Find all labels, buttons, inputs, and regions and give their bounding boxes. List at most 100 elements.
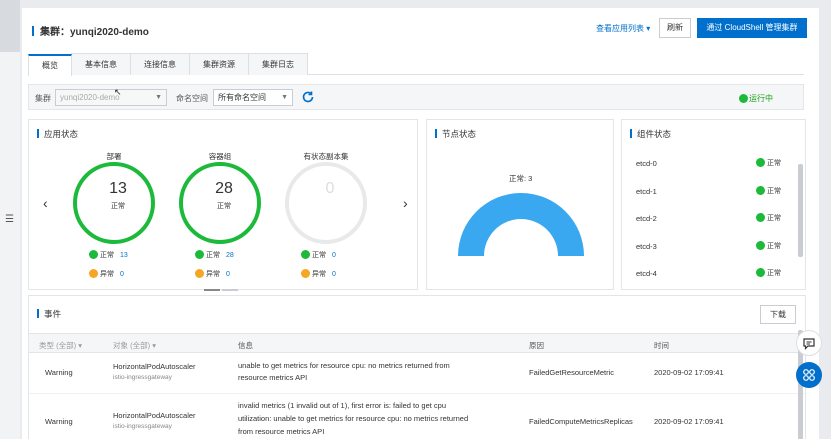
component-status-title-text: 组件状态 xyxy=(637,129,672,139)
legend-abnormal-count[interactable]: 0 xyxy=(120,271,124,278)
status-dot-icon xyxy=(756,158,765,167)
event-message-line: from resource metrics API xyxy=(238,427,325,436)
chevron-left-icon[interactable]: ‹ xyxy=(43,195,48,211)
namespace-label: 命名空间 xyxy=(176,94,208,103)
view-app-list-dropdown[interactable]: 查看应用列表 ▾ xyxy=(596,23,650,34)
chevron-down-icon: ▼ xyxy=(281,94,288,101)
node-normal-label: 正常: 3 xyxy=(509,174,533,183)
refresh-icon[interactable] xyxy=(301,90,315,104)
status-dot-icon xyxy=(756,213,765,222)
message-column-header: 信息 xyxy=(238,341,253,350)
component-status: 正常 xyxy=(756,185,781,196)
pods-donut[interactable]: 28 正常 xyxy=(179,162,261,244)
tab-overview[interactable]: 概览 xyxy=(28,54,72,76)
component-status-text: 正常 xyxy=(767,270,781,277)
normal-dot-icon xyxy=(301,250,310,259)
refresh-button[interactable]: 刷新 xyxy=(659,18,691,38)
node-gauge-chart[interactable] xyxy=(456,188,586,258)
deployment-state: 正常 xyxy=(111,203,125,210)
apps-float-button[interactable] xyxy=(796,362,822,388)
object-column-label: 对象 (全部) xyxy=(113,341,151,350)
events-card: 事件 下载 类型 (全部) ▾ 对象 (全部) ▾ 信息 原因 时间 Warni… xyxy=(28,295,807,439)
pods-abnormal-legend: 异常 0 xyxy=(195,269,230,279)
event-object-kind: HorizontalPodAutoscaler xyxy=(113,411,196,420)
download-button[interactable]: 下载 xyxy=(760,305,796,324)
component-status: 正常 xyxy=(756,240,781,251)
event-message-line: resource metrics API xyxy=(238,373,308,382)
tab-connection-info[interactable]: 连接信息 xyxy=(130,53,190,75)
statefulset-normal-legend: 正常 0 xyxy=(301,250,336,260)
menu-icon[interactable]: ☰ xyxy=(5,214,17,226)
events-title-text: 事件 xyxy=(44,309,62,319)
tab-bar: 概览 基本信息 连接信息 集群资源 集群日志 xyxy=(28,53,804,76)
chat-icon xyxy=(803,338,815,350)
component-status-text: 正常 xyxy=(767,187,781,195)
legend-normal-count[interactable]: 28 xyxy=(226,252,234,259)
abnormal-dot-icon xyxy=(301,269,310,278)
cluster-label: 集群 xyxy=(35,94,51,103)
app-status-card: 应用状态 ‹ › 部署 13 正常 正常 13 异常 0 容器组 28 正常 正常 2… xyxy=(28,119,418,291)
object-filter[interactable]: 对象 (全部) ▾ xyxy=(113,340,156,351)
grid-icon xyxy=(803,369,815,381)
legend-abnormal-count[interactable]: 0 xyxy=(226,271,230,278)
list-item: etcd-0 正常 xyxy=(636,150,791,178)
event-time: 2020-09-02 17:09:41 xyxy=(654,417,724,426)
carousel-pager[interactable] xyxy=(204,284,244,291)
cloudshell-button[interactable]: 通过 CloudShell 管理集群 xyxy=(697,18,807,38)
list-item: etcd-3 正常 xyxy=(636,233,791,261)
legend-normal-label: 正常 xyxy=(206,252,220,259)
event-object: HorizontalPodAutoscaler istio-ingressgate… xyxy=(113,410,196,431)
chevron-down-icon: ▼ xyxy=(155,94,162,101)
event-object-name: istio-ingressgateway xyxy=(113,374,172,381)
chevron-right-icon[interactable]: › xyxy=(403,195,408,211)
view-app-list-label: 查看应用列表 xyxy=(596,24,644,33)
caret-down-icon: ▾ xyxy=(152,341,156,350)
event-message-line: invalid metrics (1 invalid out of 1), fi… xyxy=(238,401,447,410)
pager-dot-active[interactable] xyxy=(204,289,220,291)
component-status-text: 正常 xyxy=(767,215,781,222)
event-reason: FailedGetResourceMetric xyxy=(529,368,615,377)
cluster-status-text: 运行中 xyxy=(749,94,773,103)
caret-down-icon: ▾ xyxy=(78,341,82,350)
deployment-donut[interactable]: 13 正常 xyxy=(73,162,155,244)
statefulset-donut[interactable]: 0 xyxy=(285,162,367,244)
tab-cluster-logs[interactable]: 集群日志 xyxy=(248,53,308,75)
namespace-select[interactable]: 所有命名空间 ▼ xyxy=(213,89,293,106)
abnormal-dot-icon xyxy=(89,269,98,278)
component-status-title: 组件状态 xyxy=(630,128,671,140)
sidebar-tab[interactable] xyxy=(0,0,20,52)
component-status-text: 正常 xyxy=(767,160,781,167)
node-status-title: 节点状态 xyxy=(435,128,476,140)
type-filter[interactable]: 类型 (全部) ▾ xyxy=(39,340,82,351)
component-status-text: 正常 xyxy=(767,242,781,250)
component-name: etcd-0 xyxy=(636,159,657,168)
statefulset-count: 0 xyxy=(325,180,335,197)
list-item: etcd-2 正常 xyxy=(636,205,791,233)
legend-normal-count[interactable]: 0 xyxy=(332,252,336,259)
mouse-cursor-icon: ↖ xyxy=(114,87,122,97)
page-title-text: 集群：yunqi2020-demo xyxy=(40,27,149,38)
event-message-line: unable to get metrics for resource cpu: … xyxy=(238,361,450,370)
status-dot-icon xyxy=(756,240,765,250)
legend-normal-label: 正常 xyxy=(312,252,326,259)
legend-normal-count[interactable]: 13 xyxy=(120,252,128,259)
statefulset-abnormal-legend: 异常 0 xyxy=(301,269,336,279)
caret-down-icon: ▾ xyxy=(646,24,651,33)
cluster-select[interactable]: yunqi2020-demo ▼ xyxy=(55,89,167,106)
tab-cluster-resources[interactable]: 集群资源 xyxy=(189,53,249,75)
event-type: Warning xyxy=(45,417,73,426)
pager-dot[interactable] xyxy=(222,289,238,291)
legend-abnormal-label: 异常 xyxy=(206,271,220,278)
chat-float-button[interactable] xyxy=(796,330,822,356)
status-dot-icon xyxy=(756,268,765,277)
tab-basic-info[interactable]: 基本信息 xyxy=(71,53,131,75)
cluster-status: 运行中 xyxy=(739,93,773,104)
time-column-header: 时间 xyxy=(654,341,669,350)
legend-abnormal-count[interactable]: 0 xyxy=(332,271,336,278)
event-message: unable to get metrics for resource cpu: … xyxy=(238,360,450,384)
pods-count: 28 xyxy=(215,180,233,197)
event-object: HorizontalPodAutoscaler istio-ingressgate… xyxy=(113,361,196,382)
event-reason: FailedComputeMetricsReplicas xyxy=(529,417,633,426)
deployment-abnormal-legend: 异常 0 xyxy=(89,269,124,279)
component-scrollbar[interactable] xyxy=(798,164,803,257)
